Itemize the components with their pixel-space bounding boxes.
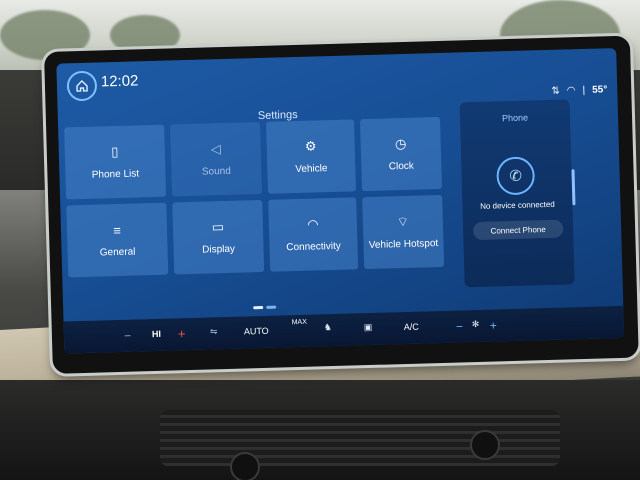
home-button[interactable]: [66, 70, 98, 102]
phone-title: Phone: [501, 112, 529, 124]
tile-label: Phone List: [91, 168, 140, 181]
status-bar: ⇅ ◠ | 55°: [551, 84, 607, 97]
clock-time: 12:02: [100, 72, 139, 91]
clock-icon: ◷: [394, 135, 407, 152]
page-title: Settings: [257, 108, 298, 123]
vent-knob[interactable]: [470, 430, 500, 460]
ac-button[interactable]: A/C: [404, 322, 419, 332]
hotspot-icon: ⌔: [396, 213, 410, 230]
phone-icon: ✆: [509, 167, 523, 186]
tile-phone-list[interactable]: ▯ Phone List: [64, 124, 167, 200]
home-icon: [76, 79, 88, 92]
vent-knob[interactable]: [230, 452, 260, 480]
tile-clock[interactable]: ◷ Clock: [359, 116, 442, 192]
sliders-icon: ≡: [112, 222, 122, 238]
rear-defrost-icon[interactable]: ▣: [364, 322, 373, 333]
fan-icon: ✻: [471, 318, 480, 330]
tile-general[interactable]: ≡ General: [66, 202, 169, 278]
temp-increase-button[interactable]: +: [490, 318, 497, 332]
recirculate-icon[interactable]: ⇋: [210, 326, 218, 337]
speaker-icon: ◁: [210, 141, 221, 157]
tile-vehicle-hotspot[interactable]: ⌔ Vehicle Hotspot: [362, 194, 445, 270]
tile-vehicle[interactable]: ⚙ Vehicle: [266, 119, 357, 194]
tile-connectivity[interactable]: ◠ Connectivity: [268, 197, 359, 272]
auto-button[interactable]: AUTO: [244, 326, 269, 337]
tile-label: Clock: [388, 160, 414, 173]
scrollbar[interactable]: [571, 169, 576, 206]
phone-status: No device connected: [479, 199, 555, 211]
tile-display[interactable]: ▭ Display: [172, 199, 265, 275]
wifi-status-icon: ◠: [566, 85, 576, 97]
tile-label: General: [99, 246, 136, 259]
tile-label: Connectivity: [286, 240, 341, 254]
page-indicator: [253, 305, 277, 310]
air-vent: [160, 410, 560, 466]
phone-button[interactable]: ✆: [496, 156, 536, 196]
display-bezel: 12:02 ⇅ ◠ | 55° Settings ▯ Phone List ◁ …: [44, 35, 639, 374]
vehicle-icon: ⚙: [304, 138, 317, 154]
display-icon: ▭: [211, 219, 225, 235]
page-dot: [266, 305, 277, 309]
phone-list-icon: ▯: [111, 143, 119, 160]
seat-icon[interactable]: ♞: [324, 322, 332, 333]
outside-temperature: 55°: [592, 84, 608, 96]
tile-label: Vehicle: [295, 163, 328, 176]
connect-phone-button[interactable]: Connect Phone: [472, 219, 564, 241]
divider: |: [582, 84, 586, 96]
wifi-icon: ◠: [307, 216, 319, 232]
tile-label: Vehicle Hotspot: [368, 238, 439, 252]
tile-label: Sound: [201, 165, 232, 178]
climate-bar: − HI + ⇋ AUTO MAX ♞ ▣ A/C − ✻ +: [63, 305, 625, 354]
infotainment-screen: 12:02 ⇅ ◠ | 55° Settings ▯ Phone List ◁ …: [56, 48, 625, 354]
fan-decrease-button[interactable]: −: [124, 329, 131, 343]
page-dot: [253, 305, 264, 310]
fan-increase-button[interactable]: +: [178, 326, 186, 341]
max-defrost-button[interactable]: MAX: [292, 319, 307, 326]
signal-icon: ⇅: [551, 85, 560, 97]
tile-label: Display: [202, 243, 236, 256]
fan-level: HI: [151, 328, 162, 340]
temp-decrease-button[interactable]: −: [456, 319, 463, 333]
tile-sound[interactable]: ◁ Sound: [170, 121, 263, 197]
phone-panel: Phone ✆ No device connected Connect Phon…: [459, 99, 575, 288]
